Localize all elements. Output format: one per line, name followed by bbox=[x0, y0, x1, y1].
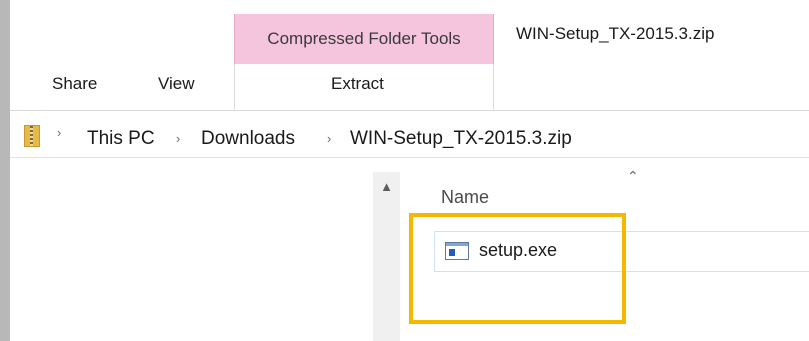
chevron-right-icon[interactable]: › bbox=[57, 125, 61, 140]
tab-extract[interactable]: Extract bbox=[331, 74, 384, 94]
column-header-name[interactable]: Name bbox=[441, 187, 489, 208]
exe-file-icon bbox=[445, 242, 469, 260]
navigation-pane[interactable] bbox=[10, 158, 373, 341]
tab-share[interactable]: Share bbox=[52, 74, 97, 94]
breadcrumb-this-pc[interactable]: This PC bbox=[87, 128, 155, 150]
window-title: WIN-Setup_TX-2015.3.zip bbox=[516, 24, 715, 43]
window-left-edge bbox=[0, 0, 10, 341]
chevron-right-icon[interactable]: › bbox=[176, 131, 180, 146]
sort-ascending-icon: ⌃ bbox=[627, 168, 639, 184]
file-row-setup-exe[interactable]: setup.exe bbox=[434, 231, 809, 272]
contextual-header-label: Compressed Folder Tools bbox=[267, 29, 461, 48]
file-name[interactable]: setup.exe bbox=[479, 240, 557, 261]
breadcrumb-zip-folder[interactable]: WIN-Setup_TX-2015.3.zip bbox=[350, 128, 572, 150]
compressed-folder-tools-header: Compressed Folder Tools bbox=[234, 14, 494, 64]
address-bar[interactable]: › This PC › Downloads › WIN-Setup_TX-201… bbox=[10, 111, 809, 158]
navigation-scrollbar[interactable]: ▲ bbox=[373, 172, 400, 341]
breadcrumb-downloads[interactable]: Downloads bbox=[201, 128, 295, 150]
chevron-right-icon[interactable]: › bbox=[327, 131, 331, 146]
scroll-up-icon[interactable]: ▲ bbox=[373, 172, 400, 200]
zip-folder-icon bbox=[24, 125, 40, 147]
tab-view[interactable]: View bbox=[158, 74, 195, 94]
